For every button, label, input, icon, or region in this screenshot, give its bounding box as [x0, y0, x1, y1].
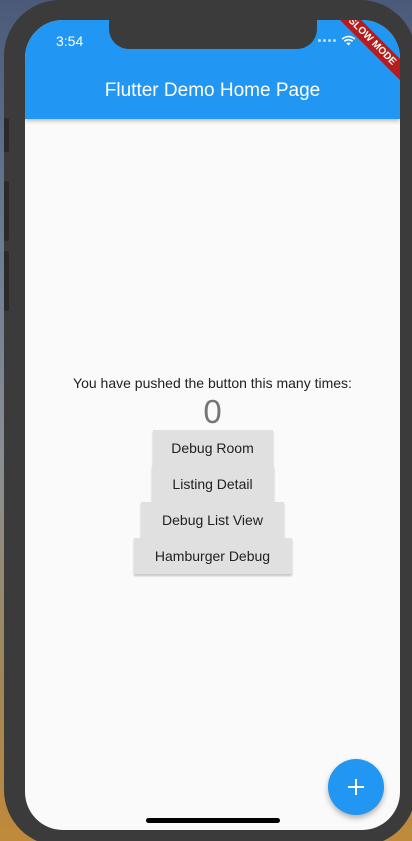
signal-dots-icon — [318, 39, 336, 42]
status-time: 3:54 — [56, 33, 84, 49]
listing-detail-button[interactable]: Listing Detail — [151, 466, 274, 502]
status-icons — [318, 35, 356, 46]
home-indicator[interactable] — [146, 818, 280, 823]
page-title: Flutter Demo Home Page — [104, 80, 321, 101]
app-bar: 3:54 Flutter Demo Home Page — [25, 20, 400, 119]
mute-switch — [4, 118, 9, 152]
debug-room-button[interactable]: Debug Room — [152, 430, 273, 466]
main-content: You have pushed the button this many tim… — [25, 374, 400, 574]
wifi-icon — [341, 35, 356, 46]
volume-up-button — [4, 181, 9, 241]
volume-down-button — [4, 251, 9, 311]
hamburger-debug-button[interactable]: Hamburger Debug — [133, 538, 292, 574]
debug-list-view-button[interactable]: Debug List View — [141, 502, 284, 538]
plus-icon — [348, 779, 364, 795]
device-notch — [109, 20, 317, 49]
counter-label: You have pushed the button this many tim… — [73, 375, 352, 391]
increment-fab[interactable] — [328, 759, 384, 815]
app-screen: 3:54 Flutter Demo Home Page SLOW MODE Yo… — [25, 20, 400, 830]
counter-value: 0 — [203, 393, 222, 430]
